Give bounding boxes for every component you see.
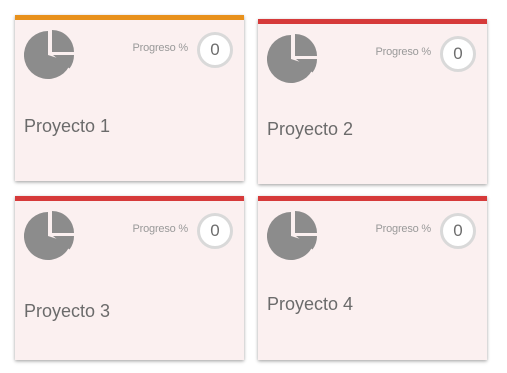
project-title: Proyecto 1 — [24, 116, 111, 136]
progress-value-badge: 0 — [440, 36, 476, 72]
progress-value-badge: 0 — [197, 213, 233, 249]
project-title: Proyecto 2 — [267, 119, 354, 139]
project-title: Proyecto 3 — [24, 301, 111, 321]
pie-chart-icon — [267, 34, 318, 83]
project-card[interactable]: Progreso % 0 Proyecto 3 — [15, 196, 244, 360]
progress-label: Progreso % — [132, 223, 189, 235]
card-status-bar — [258, 196, 487, 201]
project-card[interactable]: Progreso % 0 Proyecto 1 — [15, 15, 244, 181]
progress-value-badge: 0 — [197, 32, 233, 68]
project-title: Proyecto 4 — [267, 294, 354, 314]
progress-label: Progreso % — [375, 46, 432, 58]
pie-chart-icon — [267, 211, 318, 260]
progress-value-badge: 0 — [440, 213, 476, 249]
pie-chart-icon — [24, 30, 75, 79]
card-status-bar — [15, 15, 244, 20]
card-status-bar — [15, 196, 244, 201]
project-card[interactable]: Progreso % 0 Proyecto 2 — [258, 19, 487, 184]
progress-label: Progreso % — [132, 42, 189, 54]
pie-chart-icon — [24, 211, 75, 260]
project-grid: Progreso % 0 Proyecto 1 Progreso % 0 Pro… — [0, 0, 507, 373]
progress-label: Progreso % — [375, 223, 432, 235]
project-card[interactable]: Progreso % 0 Proyecto 4 — [258, 196, 487, 360]
card-status-bar — [258, 19, 487, 24]
